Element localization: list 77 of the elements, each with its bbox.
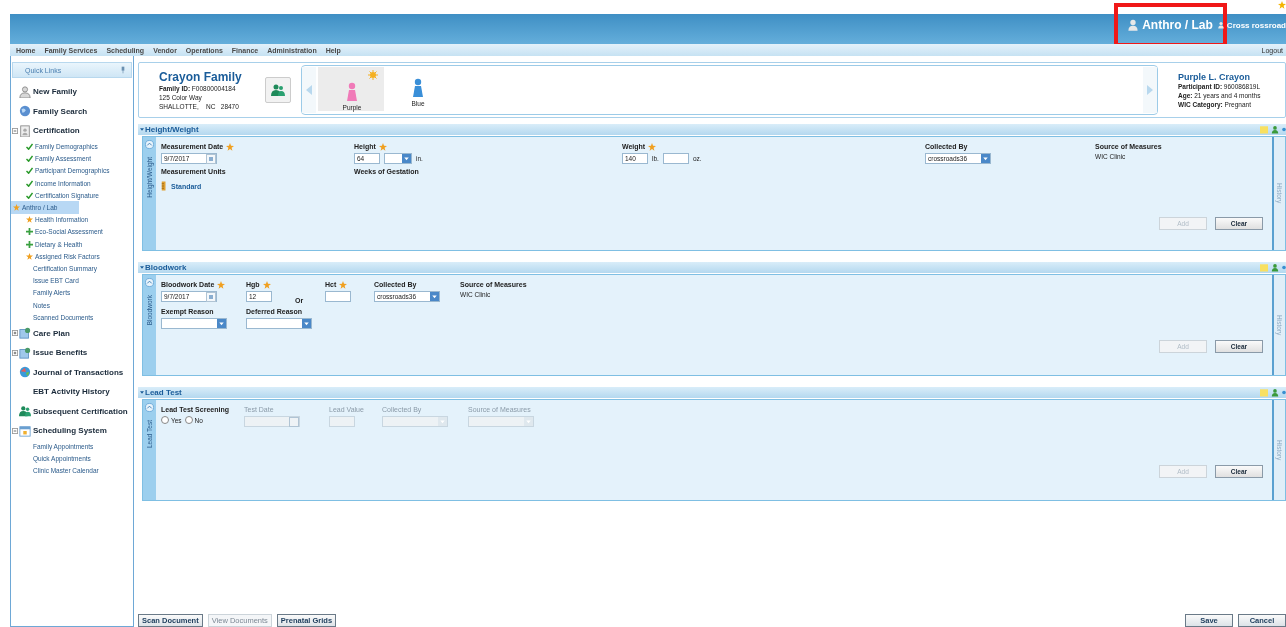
- section-header[interactable]: Height/Weight: [138, 124, 1286, 135]
- family-button[interactable]: [265, 77, 291, 103]
- dropdown-arrow-icon: [981, 154, 990, 163]
- required-star-icon: [217, 280, 226, 289]
- dropdown-arrow-icon: [438, 417, 447, 426]
- caret-icon: [140, 266, 144, 269]
- sidebar-item[interactable]: EBT Activity History: [32, 386, 111, 398]
- dropdown-arrow-icon: [402, 154, 411, 163]
- star-icon: [26, 216, 33, 224]
- sidebar-item[interactable]: Subsequent Certification: [32, 405, 129, 417]
- dropdown-arrow-icon: [430, 292, 439, 301]
- required-star-icon: [262, 280, 271, 289]
- sidebar-item[interactable]: Journal of Transactions: [32, 366, 125, 378]
- next-button[interactable]: [1143, 67, 1157, 113]
- pin-icon[interactable]: [121, 66, 125, 74]
- section-header[interactable]: Lead Test: [138, 387, 1286, 398]
- family-name: Crayon Family: [159, 69, 243, 84]
- person-icon[interactable]: [1271, 263, 1279, 272]
- sidebar-item[interactable]: Scheduling System: [32, 425, 108, 437]
- sidebar-item[interactable]: New Family: [32, 86, 78, 98]
- person-icon: [19, 85, 31, 98]
- document-icon: [19, 327, 31, 340]
- clipboard-icon: [19, 124, 31, 137]
- document-icon: [19, 346, 31, 359]
- collapse-icon[interactable]: [145, 140, 154, 149]
- calendar-icon[interactable]: [206, 291, 216, 302]
- left-arrow-icon: [306, 85, 312, 95]
- date-field[interactable]: [244, 416, 300, 427]
- sidebar-item[interactable]: Certification: [32, 125, 81, 137]
- sidebar-item[interactable]: Family Search: [32, 105, 89, 117]
- caret-icon: [140, 128, 144, 131]
- participant-full-name: Purple L. Crayon: [1178, 71, 1251, 82]
- sidebar-item[interactable]: Care Plan: [32, 327, 71, 339]
- user-name: Cross rossroad: [1226, 20, 1286, 30]
- person-icon[interactable]: [1271, 125, 1279, 134]
- dropdown[interactable]: [161, 318, 227, 329]
- collapse-icon[interactable]: [12, 127, 18, 134]
- caret-icon: [140, 391, 144, 394]
- calendar-icon[interactable]: [206, 153, 216, 164]
- expand-icon[interactable]: [12, 330, 18, 337]
- required-star-icon: [226, 142, 235, 151]
- dropdown-arrow-icon: [217, 319, 226, 328]
- user-icon: [1128, 19, 1139, 31]
- people-icon: [19, 405, 31, 418]
- previous-button[interactable]: [302, 67, 316, 113]
- ruler-icon: [161, 181, 167, 191]
- required-star-icon: [648, 142, 657, 151]
- section-title: Lead Test: [145, 388, 182, 397]
- star-icon: [13, 204, 20, 212]
- dropdown-arrow-icon: [524, 417, 533, 426]
- collapse-icon[interactable]: [145, 403, 154, 412]
- globe-icon: [19, 366, 31, 379]
- dropdown[interactable]: [246, 318, 312, 329]
- dropdown[interactable]: [384, 153, 412, 164]
- sidebar-item[interactable]: Issue Benefits: [32, 347, 89, 359]
- people-icon: [271, 83, 285, 97]
- star-icon: [26, 252, 33, 260]
- section-title: Bloodwork: [145, 263, 187, 272]
- collapse-icon[interactable]: [145, 278, 154, 287]
- required-star-icon: [378, 142, 387, 151]
- section-header[interactable]: Bloodwork: [138, 262, 1286, 273]
- right-arrow-icon: [1147, 85, 1153, 95]
- collapse-icon[interactable]: [12, 427, 18, 434]
- person-icon[interactable]: [1271, 388, 1279, 397]
- required-star-icon: [339, 280, 348, 289]
- expand-icon[interactable]: [12, 349, 18, 356]
- user-icon: [1217, 20, 1224, 30]
- calendar-icon[interactable]: [289, 416, 299, 427]
- star-icon: [1278, 0, 1286, 10]
- plus-icon: [26, 228, 33, 236]
- globe-icon: [19, 105, 31, 118]
- section-title: Height/Weight: [145, 125, 199, 134]
- user-role: Anthro / Lab: [1142, 18, 1213, 32]
- input-field[interactable]: [325, 291, 351, 302]
- input-field[interactable]: [662, 153, 689, 164]
- dropdown-arrow-icon: [302, 319, 311, 328]
- plus-icon: [26, 240, 33, 248]
